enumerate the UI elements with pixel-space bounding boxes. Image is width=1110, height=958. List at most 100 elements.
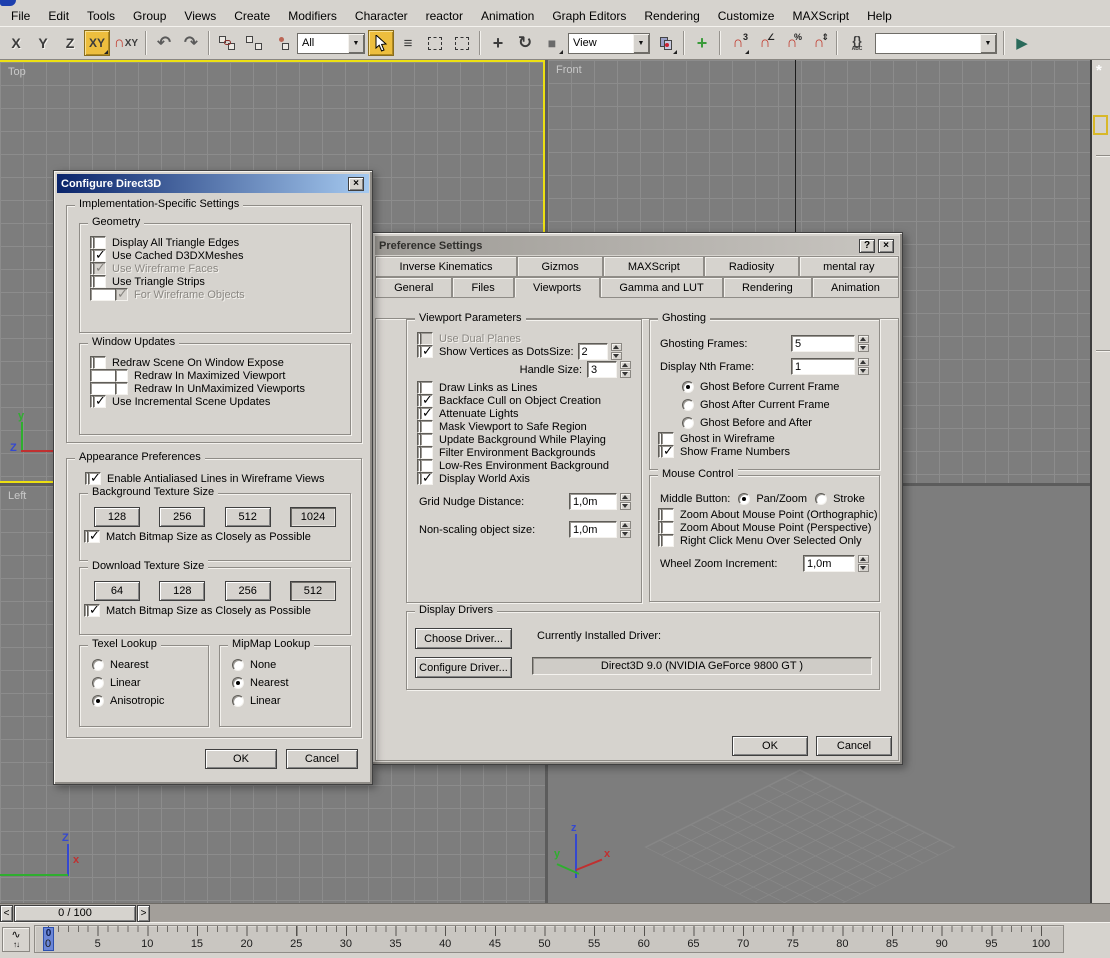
- value-field[interactable]: 5: [791, 335, 855, 352]
- tab-files[interactable]: Files: [452, 277, 513, 298]
- checkbox-mask-viewport-to-safe-region[interactable]: [420, 420, 433, 433]
- radio-nearest[interactable]: [232, 677, 244, 689]
- configure-dialog-titlebar[interactable]: Configure Direct3D ×: [57, 174, 369, 193]
- value-field[interactable]: 1,0m: [569, 521, 617, 538]
- menu-edit[interactable]: Edit: [39, 9, 78, 23]
- use-center-button[interactable]: [653, 30, 679, 56]
- checkbox-show-vertices-as-dots[interactable]: [420, 345, 433, 358]
- checkbox-match-bitmap-size-as-closely-as-possible[interactable]: [87, 604, 100, 617]
- menu-tools[interactable]: Tools: [78, 9, 124, 23]
- texture-size-button-128[interactable]: 128: [94, 507, 140, 527]
- value-field[interactable]: 1,0m: [569, 493, 617, 510]
- radio-ghost-before-current-frame[interactable]: [682, 381, 694, 393]
- snap-toggle-button[interactable]: ∩3: [725, 30, 751, 56]
- menu-animation[interactable]: Animation: [472, 9, 543, 23]
- tab-animation[interactable]: Animation: [812, 277, 899, 298]
- spin-down-button[interactable]: [620, 530, 631, 538]
- checkbox-filter-environment-backgrounds[interactable]: [420, 446, 433, 459]
- menu-views[interactable]: Views: [175, 9, 225, 23]
- close-button[interactable]: ×: [878, 239, 894, 253]
- restrict-x-button[interactable]: X: [3, 30, 29, 56]
- bind-to-space-warp-button[interactable]: [268, 30, 294, 56]
- checkbox-zoom-about-mouse-point-perspective[interactable]: [661, 521, 674, 534]
- spinner-snap-toggle-button[interactable]: ∩⇕: [806, 30, 832, 56]
- menu-group[interactable]: Group: [124, 9, 175, 23]
- menu-file[interactable]: File: [2, 9, 39, 23]
- menu-modifiers[interactable]: Modifiers: [279, 9, 346, 23]
- close-button[interactable]: ×: [348, 177, 364, 191]
- spin-down-button[interactable]: [611, 352, 622, 360]
- spin-up-button[interactable]: [620, 521, 631, 529]
- radio-linear[interactable]: [232, 695, 244, 707]
- spin-up-button[interactable]: [620, 361, 631, 369]
- help-button[interactable]: ?: [859, 239, 875, 253]
- radio-ghost-after-current-frame[interactable]: [682, 399, 694, 411]
- preference-dialog-titlebar[interactable]: Preference Settings ? ×: [375, 236, 899, 255]
- value-field[interactable]: 3: [587, 361, 617, 378]
- menu-rendering[interactable]: Rendering: [635, 9, 708, 23]
- configure-cancel-button[interactable]: Cancel: [286, 749, 358, 769]
- checkbox-redraw-in-unmaximized-viewports[interactable]: [115, 382, 128, 395]
- menu-customize[interactable]: Customize: [709, 9, 784, 23]
- checkbox-match-bitmap-size-as-closely-as-possible[interactable]: [87, 530, 100, 543]
- angle-snap-toggle-button[interactable]: ∩∠: [752, 30, 778, 56]
- checkbox-enable-antialiased-lines-in-wireframe-views[interactable]: [88, 472, 101, 485]
- select-and-link-button[interactable]: [214, 30, 240, 56]
- restrict-z-button[interactable]: Z: [57, 30, 83, 56]
- radio-linear[interactable]: [92, 677, 104, 689]
- texture-size-button-512[interactable]: 512: [225, 507, 271, 527]
- spin-up-button[interactable]: [858, 335, 869, 343]
- texture-size-button-512[interactable]: 512: [290, 581, 336, 601]
- configure-ok-button[interactable]: OK: [205, 749, 277, 769]
- checkbox-display-world-axis[interactable]: [420, 472, 433, 485]
- select-and-manipulate-button[interactable]: +: [689, 30, 715, 56]
- tab-radiosity[interactable]: Radiosity: [704, 256, 798, 277]
- texture-size-button-256[interactable]: 256: [159, 507, 205, 527]
- snaps-use-axis-constraints-button[interactable]: ∩XY: [111, 30, 141, 56]
- checkbox-redraw-in-maximized-viewport[interactable]: [115, 369, 128, 382]
- tab-viewports[interactable]: Viewports: [514, 277, 600, 298]
- select-object-button[interactable]: [368, 30, 394, 56]
- texture-size-button-128[interactable]: 128: [159, 581, 205, 601]
- menu-character[interactable]: Character: [346, 9, 417, 23]
- previous-frame-button[interactable]: <: [0, 905, 13, 922]
- menu-help[interactable]: Help: [858, 9, 901, 23]
- window-crossing-toggle-button[interactable]: [449, 30, 475, 56]
- value-field[interactable]: 2: [578, 343, 608, 360]
- spin-up-button[interactable]: [611, 343, 622, 351]
- select-and-rotate-button[interactable]: ↻: [512, 30, 538, 56]
- open-mini-curve-editor-button[interactable]: ∿ ↑↓: [2, 927, 30, 952]
- tab-general[interactable]: General: [375, 277, 452, 298]
- value-field[interactable]: 1: [791, 358, 855, 375]
- tab-inverse-kinematics[interactable]: Inverse Kinematics: [375, 256, 517, 277]
- checkbox-zoom-about-mouse-point-orthographic[interactable]: [661, 508, 674, 521]
- rectangular-selection-region-button[interactable]: [422, 30, 448, 56]
- spin-up-button[interactable]: [858, 358, 869, 366]
- checkbox-attenuate-lights[interactable]: [420, 407, 433, 420]
- value-field[interactable]: 1,0m: [803, 555, 855, 572]
- radio-nearest[interactable]: [92, 659, 104, 671]
- checkbox-right-click-menu-over-selected-only[interactable]: [661, 534, 674, 547]
- spin-down-button[interactable]: [858, 367, 869, 375]
- spin-down-button[interactable]: [620, 370, 631, 378]
- selection-filter-dropdown[interactable]: All ▼: [297, 33, 365, 54]
- menu-maxscript[interactable]: MAXScript: [783, 9, 858, 23]
- select-and-move-button[interactable]: +: [485, 30, 511, 56]
- radio-pan-zoom[interactable]: [738, 493, 750, 505]
- frame-ruler[interactable]: 0 05101520253035404550556065707580859095…: [34, 925, 1064, 953]
- dropdown-arrow-icon[interactable]: ▼: [980, 34, 996, 53]
- time-slider-thumb[interactable]: 0 / 100: [14, 905, 136, 922]
- edit-named-selection-sets-button[interactable]: {} ABC: [842, 30, 872, 56]
- percent-snap-toggle-button[interactable]: ∩%: [779, 30, 805, 56]
- tab-mental-ray[interactable]: mental ray: [799, 256, 899, 277]
- undo-button[interactable]: ↶: [151, 30, 177, 56]
- radio-stroke[interactable]: [815, 493, 827, 505]
- checkbox-use-incremental-scene-updates[interactable]: [93, 395, 106, 408]
- menu-reactor[interactable]: reactor: [417, 9, 472, 23]
- checkbox-redraw-scene-on-window-expose[interactable]: [93, 356, 106, 369]
- spin-down-button[interactable]: [620, 502, 631, 510]
- texture-size-button-64[interactable]: 64: [94, 581, 140, 601]
- checkbox-show-frame-numbers[interactable]: [661, 445, 674, 458]
- radio-anisotropic[interactable]: [92, 695, 104, 707]
- radio-none[interactable]: [232, 659, 244, 671]
